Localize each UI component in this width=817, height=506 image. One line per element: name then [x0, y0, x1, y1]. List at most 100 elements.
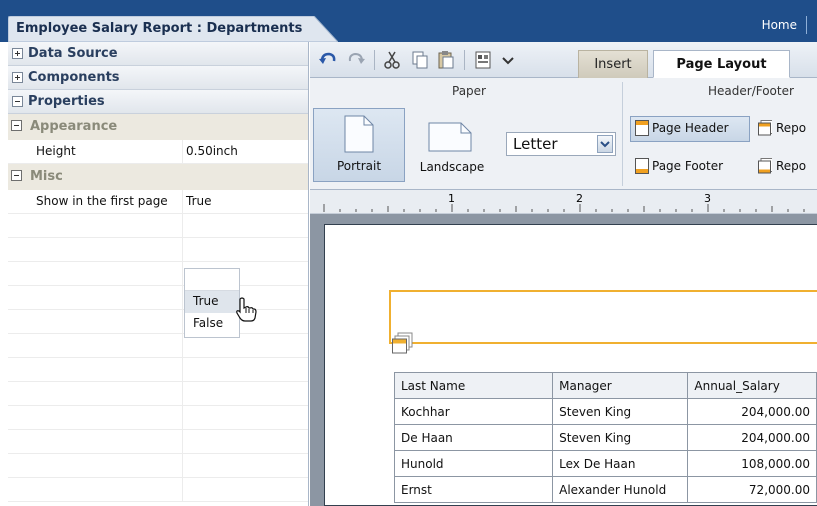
page-footer-label[interactable]: Page Footer — [652, 159, 723, 173]
report-title-tab: Employee Salary Report : Departments — [8, 16, 338, 42]
column-divider — [182, 310, 183, 334]
page-header-region[interactable] — [389, 290, 817, 344]
portrait-page-icon — [344, 115, 374, 153]
copy-icon[interactable] — [410, 50, 430, 70]
cell-manager[interactable]: Steven King — [552, 424, 689, 451]
group-misc[interactable]: Misc — [8, 164, 308, 190]
landscape-label: Landscape — [419, 160, 485, 174]
report-table[interactable]: Last Name Manager Annual_Salary Kochhar … — [393, 372, 817, 503]
table-row[interactable]: Ernst Alexander Hunold 72,000.00 — [393, 476, 817, 503]
column-divider — [182, 334, 183, 358]
column-divider — [182, 286, 183, 310]
ruler-mark: 1 — [448, 192, 455, 205]
cell-last-name[interactable]: Ernst — [393, 476, 554, 503]
property-row-height[interactable]: Height 0.50inch — [8, 140, 308, 164]
column-divider — [182, 430, 183, 454]
table-header-row: Last Name Manager Annual_Salary — [393, 372, 817, 399]
table-row[interactable]: Hunold Lex De Haan 108,000.00 — [393, 450, 817, 477]
horizontal-ruler: 1 2 3 — [310, 190, 817, 214]
table-row[interactable]: De Haan Steven King 204,000.00 — [393, 424, 817, 451]
paper-size-select[interactable]: Letter — [506, 132, 616, 156]
cell-salary[interactable]: 72,000.00 — [687, 476, 817, 503]
collapse-icon[interactable] — [11, 120, 22, 131]
section-properties[interactable]: Properties — [8, 90, 308, 114]
top-bar: Employee Salary Report : Departments Hom… — [0, 0, 817, 42]
property-value[interactable]: True — [186, 194, 212, 208]
cell-last-name[interactable]: Kochhar — [393, 398, 554, 425]
report-title: Employee Salary Report : Departments — [16, 21, 303, 36]
ribbon-panel: Paper Header/Footer Portrait Landscape L… — [310, 78, 817, 190]
portrait-label: Portrait — [336, 159, 382, 173]
cell-salary[interactable]: 204,000.00 — [687, 424, 817, 451]
empty-row — [8, 382, 308, 406]
collapse-icon[interactable] — [11, 170, 22, 181]
chevron-down-icon[interactable] — [597, 135, 613, 153]
empty-row — [8, 454, 308, 478]
column-divider — [182, 454, 183, 478]
column-divider — [182, 214, 183, 238]
section-label: Properties — [28, 94, 105, 109]
property-value[interactable]: 0.50inch — [186, 144, 238, 158]
expand-icon[interactable] — [12, 48, 23, 59]
group-label: Misc — [30, 169, 63, 184]
column-divider — [182, 406, 183, 430]
section-data-source[interactable]: Data Source — [8, 42, 308, 66]
cut-icon[interactable] — [382, 50, 402, 70]
landscape-page-icon — [428, 122, 472, 152]
cell-last-name[interactable]: De Haan — [393, 424, 554, 451]
empty-row — [8, 286, 308, 310]
chevron-down-icon[interactable] — [498, 50, 518, 70]
page-footer-icon — [635, 158, 649, 174]
report-footer-label[interactable]: Repo — [776, 159, 806, 173]
property-row-show-first-page[interactable]: Show in the first page True — [8, 190, 308, 214]
hand-cursor-icon — [234, 297, 258, 326]
empty-row — [8, 430, 308, 454]
column-divider — [182, 238, 183, 262]
paste-icon[interactable] — [436, 50, 456, 70]
portrait-button[interactable]: Portrait — [313, 108, 405, 182]
cell-salary[interactable]: 204,000.00 — [687, 398, 817, 425]
column-header[interactable]: Last Name — [393, 372, 554, 399]
page-header-label: Page Header — [652, 121, 729, 135]
report-footer-icon — [758, 158, 772, 174]
group-divider — [622, 82, 623, 186]
property-key: Height — [36, 144, 76, 158]
home-link[interactable]: Home — [762, 18, 797, 32]
dropdown-field[interactable] — [185, 269, 239, 291]
cell-last-name[interactable]: Hunold — [393, 450, 554, 477]
value-dropdown[interactable]: True False — [184, 268, 240, 338]
table-row[interactable]: Kochhar Steven King 204,000.00 — [393, 398, 817, 425]
option-true[interactable]: True — [185, 291, 239, 313]
separator — [374, 50, 375, 70]
undo-icon[interactable] — [318, 50, 338, 70]
ruler-ticks: 1 2 3 — [323, 192, 805, 212]
cell-manager[interactable]: Steven King — [552, 398, 689, 425]
column-header[interactable]: Manager — [552, 372, 689, 399]
column-divider — [182, 358, 183, 382]
option-false[interactable]: False — [185, 313, 239, 335]
ruler-mark: 3 — [704, 192, 711, 205]
column-header[interactable]: Annual_Salary — [687, 372, 817, 399]
toolbar: Insert Page Layout — [310, 42, 817, 78]
column-divider — [182, 140, 183, 164]
cell-salary[interactable]: 108,000.00 — [687, 450, 817, 477]
collapse-icon[interactable] — [12, 96, 23, 107]
tab-insert[interactable]: Insert — [578, 50, 648, 78]
column-divider — [182, 382, 183, 406]
group-appearance[interactable]: Appearance — [8, 114, 308, 140]
ruler-mark: 2 — [576, 192, 583, 205]
redo-icon[interactable] — [346, 50, 366, 70]
cell-manager[interactable]: Lex De Haan — [552, 450, 689, 477]
paper-group-caption: Paper — [452, 84, 486, 98]
separator — [806, 16, 807, 34]
column-divider — [182, 262, 183, 286]
empty-row — [8, 334, 308, 358]
section-components[interactable]: Components — [8, 66, 308, 90]
tab-page-layout[interactable]: Page Layout — [653, 50, 790, 78]
report-header-label[interactable]: Repo — [776, 121, 806, 135]
cell-manager[interactable]: Alexander Hunold — [552, 476, 689, 503]
table-grid-icon[interactable] — [392, 332, 414, 357]
landscape-button[interactable]: Landscape — [412, 108, 492, 182]
view-icon[interactable] — [474, 50, 494, 70]
expand-icon[interactable] — [12, 72, 23, 83]
